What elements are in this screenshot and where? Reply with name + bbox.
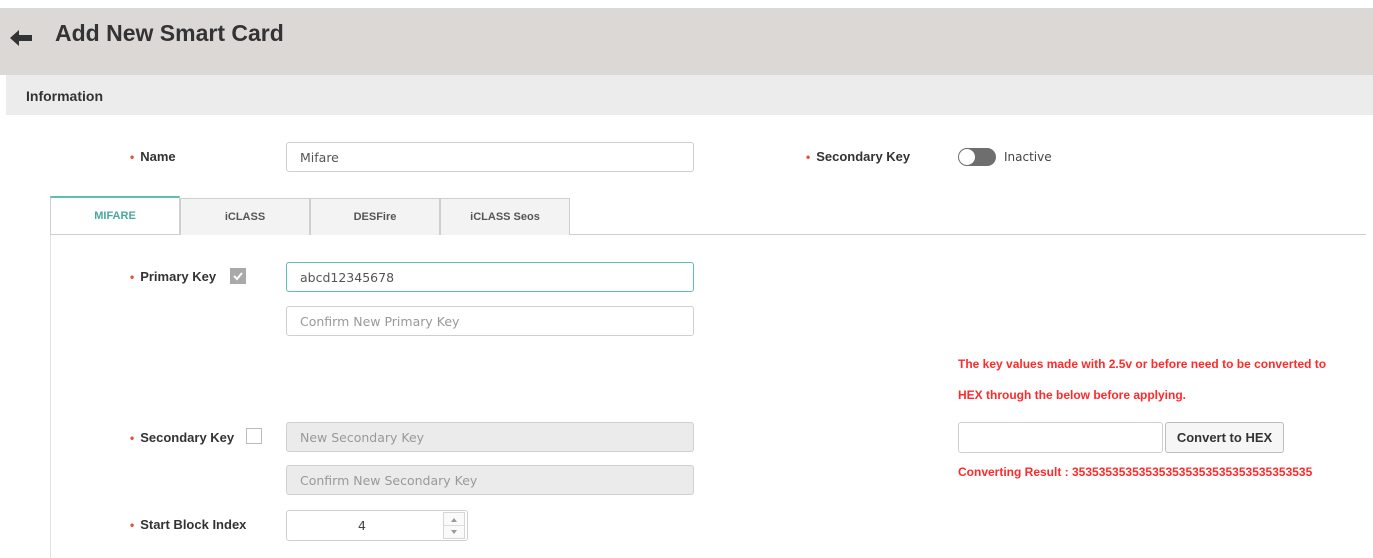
secondary-key-toggle[interactable]	[958, 148, 996, 166]
confirm-primary-key-input[interactable]	[286, 306, 694, 336]
tab-desfire[interactable]: DESFire	[310, 198, 440, 235]
tab-iclass[interactable]: iCLASS	[180, 198, 310, 235]
hex-convert-input[interactable]	[958, 422, 1163, 453]
primary-key-label-text: Primary Key	[140, 269, 217, 284]
section-title: Information	[26, 88, 103, 104]
required-marker: •	[806, 150, 811, 164]
page-title: Add New Smart Card	[55, 20, 284, 46]
secondary-key-label: • Secondary Key	[130, 430, 234, 445]
start-block-index-label-text: Start Block Index	[140, 517, 247, 532]
secondary-key-label-text: Secondary Key	[140, 430, 235, 445]
checkmark-icon	[233, 272, 243, 281]
stepper-controls	[443, 512, 465, 539]
primary-key-checkbox[interactable]	[230, 268, 246, 284]
secondary-key-toggle-label: • Secondary Key	[806, 149, 910, 164]
tab-panel-border	[50, 235, 51, 558]
name-label-text: Name	[140, 149, 176, 164]
required-marker: •	[130, 518, 135, 532]
required-marker: •	[130, 270, 135, 284]
tab-iclass-seos[interactable]: iCLASS Seos	[440, 198, 570, 235]
stepper-down-button[interactable]	[444, 526, 464, 539]
secondary-key-checkbox[interactable]	[246, 428, 262, 444]
hex-warning-line-2: HEX through the below before applying.	[958, 388, 1187, 402]
name-label: • Name	[130, 149, 176, 164]
start-block-index-value[interactable]: 4	[287, 511, 437, 540]
start-block-index-stepper[interactable]: 4	[286, 510, 468, 541]
tab-mifare-label: MIFARE	[94, 210, 136, 222]
arrow-left-icon	[10, 30, 32, 46]
page-header: Add New Smart Card	[0, 8, 1373, 75]
smart-card-form-page: Add New Smart Card Information • Name • Se…	[0, 0, 1373, 558]
converting-result: Converting Result : 35353535353535353535…	[958, 465, 1313, 479]
secondary-key-toggle-state: Inactive	[1004, 150, 1052, 164]
tab-desfire-label: DESFire	[353, 211, 397, 223]
primary-key-label: • Primary Key	[130, 269, 216, 284]
section-header: Information	[6, 75, 1373, 115]
caret-up-icon	[451, 518, 457, 522]
confirm-secondary-key-input[interactable]	[286, 465, 694, 495]
start-block-index-label: • Start Block Index	[130, 517, 246, 532]
secondary-key-input[interactable]	[286, 422, 694, 452]
hex-warning-line-1: The key values made with 2.5v or before …	[958, 357, 1327, 371]
toggle-knob	[959, 149, 975, 165]
secondary-key-toggle-label-text: Secondary Key	[816, 149, 911, 164]
tab-mifare[interactable]: MIFARE	[50, 196, 180, 234]
required-marker: •	[130, 431, 135, 445]
required-marker: •	[130, 150, 135, 164]
tab-iclass-seos-label: iCLASS Seos	[470, 211, 540, 223]
tab-iclass-label: iCLASS	[224, 211, 266, 223]
stepper-up-button[interactable]	[444, 513, 464, 526]
back-button[interactable]	[6, 23, 36, 53]
name-input[interactable]	[286, 142, 694, 172]
caret-down-icon	[451, 530, 457, 534]
convert-to-hex-button[interactable]: Convert to HEX	[1165, 422, 1284, 453]
primary-key-input[interactable]	[286, 262, 694, 292]
